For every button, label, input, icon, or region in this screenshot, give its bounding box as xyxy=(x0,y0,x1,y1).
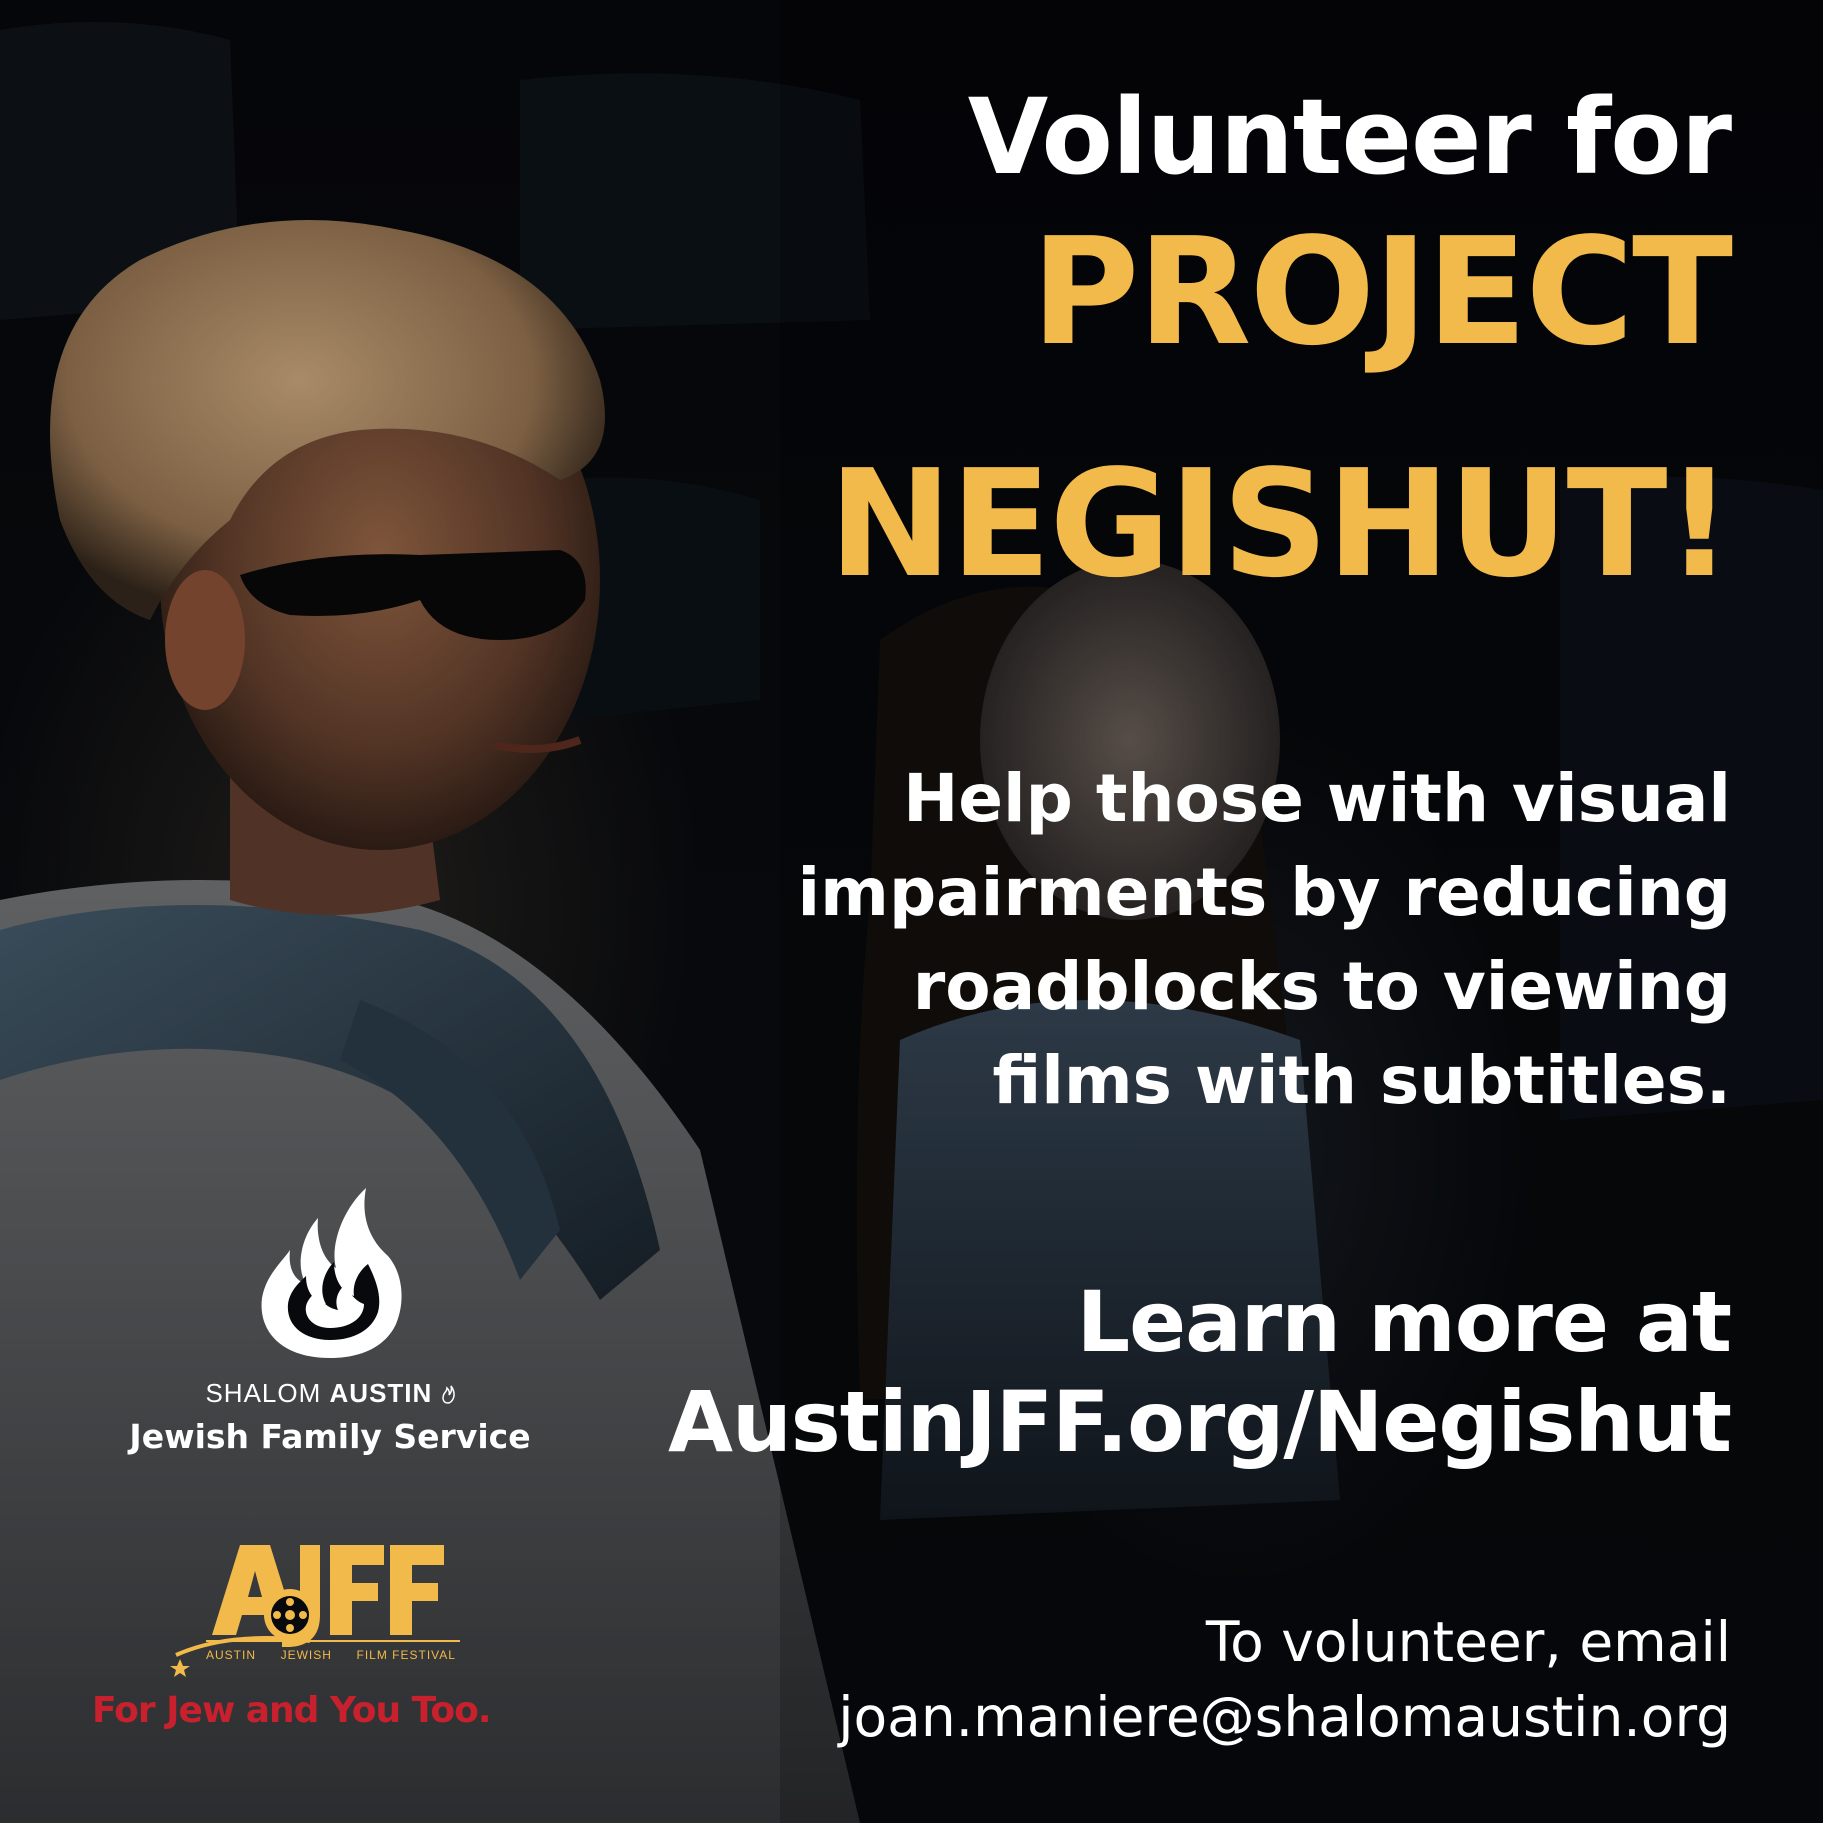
body-line: films with subtitles. xyxy=(992,1042,1731,1119)
shalom-austin-label: SHALOM AUSTIN xyxy=(110,1378,550,1409)
body-line: Help those with visual xyxy=(903,760,1731,837)
ajff-logo: AUSTIN JEWISH FILM FESTIVAL xyxy=(170,1535,490,1685)
body-description: Help those with visual impairments by re… xyxy=(631,752,1731,1128)
ajff-sub-word: JEWISH xyxy=(280,1648,332,1662)
headline-project: PROJECT xyxy=(1031,206,1733,378)
headline-volunteer-for: Volunteer for xyxy=(967,76,1732,198)
body-line: roadblocks to viewing xyxy=(912,948,1731,1025)
flame-icon xyxy=(261,1188,402,1358)
learn-more-label: Learn more at xyxy=(1076,1273,1732,1371)
learn-more-url[interactable]: AustinJFF.org/Negishut xyxy=(668,1372,1732,1472)
volunteer-email[interactable]: joan.maniere@shalomaustin.org xyxy=(838,1682,1731,1752)
ajff-wordmark xyxy=(170,1545,460,1677)
jfs-logo: SHALOM AUSTIN Jewish Family Service xyxy=(110,1180,550,1456)
austin-word: AUSTIN xyxy=(329,1378,433,1408)
jfs-name: Jewish Family Service xyxy=(129,1417,531,1456)
ajff-sub-word: FILM FESTIVAL xyxy=(356,1648,456,1662)
ajff-tagline: For Jew and You Too. xyxy=(92,1690,492,1731)
ajff-subtitle: AUSTIN JEWISH FILM FESTIVAL xyxy=(206,1648,456,1662)
small-flame-icon xyxy=(441,1385,455,1404)
poster-canvas: Volunteer for PROJECT NEGISHUT! Help tho… xyxy=(0,0,1823,1823)
ajff-sub-word: AUSTIN xyxy=(206,1648,257,1662)
headline-negishut: NEGISHUT! xyxy=(828,438,1733,610)
body-line: impairments by reducing xyxy=(797,854,1731,931)
shalom-word: SHALOM xyxy=(205,1378,322,1408)
volunteer-label: To volunteer, email xyxy=(1205,1610,1731,1674)
